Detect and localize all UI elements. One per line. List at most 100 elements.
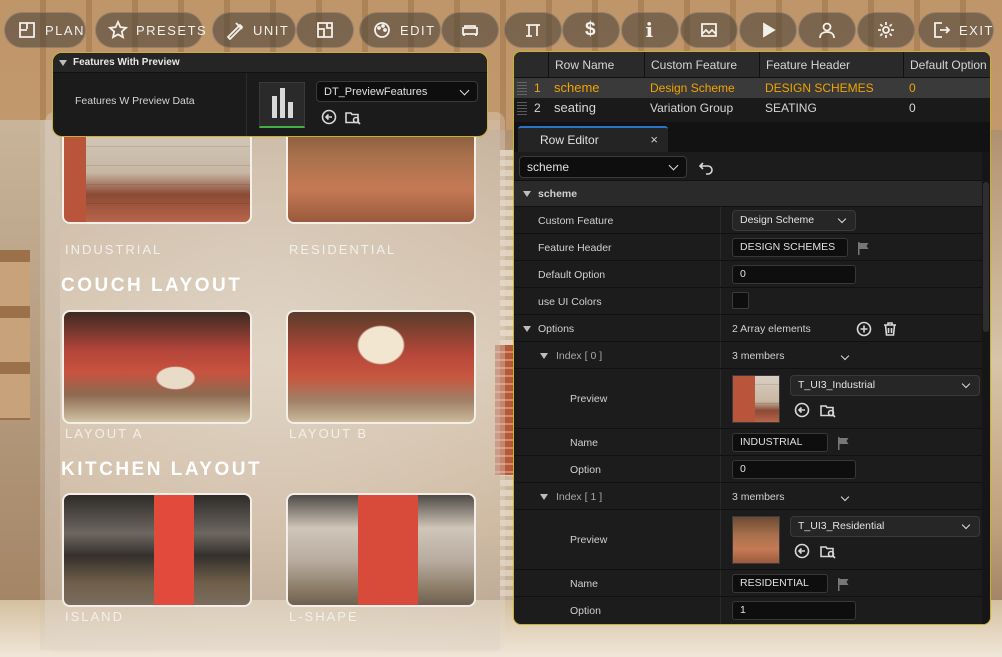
- table-row[interactable]: 2 seating Variation Group SEATING 0: [514, 98, 990, 118]
- settings-button[interactable]: [857, 12, 915, 48]
- custom-feature-dropdown[interactable]: Design Scheme: [732, 210, 856, 231]
- feature-header-field[interactable]: DESIGN SCHEMES: [732, 238, 848, 257]
- features-panel-header[interactable]: Features With Preview: [53, 53, 487, 73]
- column-header-default-option[interactable]: Default Option: [903, 52, 990, 78]
- sofa-icon: [460, 20, 480, 40]
- card-layout-a[interactable]: [62, 310, 252, 424]
- exit-button[interactable]: EXIT: [918, 12, 994, 48]
- default-option-field[interactable]: 0: [732, 265, 856, 284]
- palette-icon: [372, 20, 392, 40]
- section-header-scheme[interactable]: scheme: [514, 180, 990, 206]
- features-data-label: Features W Preview Data: [75, 95, 195, 107]
- dollar-icon: $: [584, 19, 598, 40]
- editor-tab-bar: Row Editor ×: [514, 122, 990, 152]
- option-field-0[interactable]: 0: [732, 460, 856, 479]
- price-button[interactable]: $: [562, 12, 620, 48]
- tab-row-editor-label: Row Editor: [540, 133, 599, 147]
- use-selected-icon[interactable]: [794, 402, 810, 418]
- element-options-dropdown[interactable]: [832, 348, 854, 369]
- localize-flag-icon[interactable]: [837, 437, 849, 450]
- chevron-down-icon: [961, 520, 971, 530]
- localize-flag-icon[interactable]: [857, 242, 869, 255]
- row-select-dropdown[interactable]: scheme: [519, 156, 687, 178]
- presets-button[interactable]: PRESETS: [95, 12, 206, 48]
- browse-asset-icon[interactable]: [820, 543, 836, 559]
- collapse-arrow-icon[interactable]: [523, 326, 531, 332]
- floorplan-icon: [315, 20, 335, 40]
- browse-asset-icon[interactable]: [820, 402, 836, 418]
- couch-layout-title: COUCH LAYOUT: [61, 275, 243, 296]
- floorplan-button[interactable]: [296, 12, 354, 48]
- localize-flag-icon[interactable]: [837, 578, 849, 591]
- furniture-button[interactable]: [441, 12, 499, 48]
- name-field-1[interactable]: RESIDENTIAL: [732, 574, 828, 593]
- array-element-1-header[interactable]: Index [ 1 ] 3 members: [514, 482, 990, 509]
- row-drag-handle[interactable]: [517, 81, 527, 95]
- card-island[interactable]: [62, 493, 252, 607]
- info-icon: i: [645, 18, 655, 42]
- card-label-industrial: INDUSTRIAL: [65, 242, 163, 257]
- property-row-option-1: Option 1: [514, 596, 990, 623]
- option-field-1[interactable]: 1: [732, 601, 856, 620]
- collapse-arrow-icon[interactable]: [59, 59, 67, 66]
- element-options-dropdown[interactable]: [832, 489, 854, 510]
- edit-button[interactable]: EDIT: [359, 12, 441, 48]
- image-button[interactable]: [680, 12, 738, 48]
- dimension-button[interactable]: [504, 12, 562, 48]
- plan-label: PLAN: [45, 22, 85, 38]
- property-row-feature-header: Feature Header DESIGN SCHEMES: [514, 233, 990, 260]
- use-selected-icon[interactable]: [321, 109, 337, 125]
- card-l-shape[interactable]: [286, 493, 476, 607]
- trash-icon[interactable]: [882, 321, 898, 337]
- data-table-editor-panel: Row Name Custom Feature Feature Header D…: [513, 51, 991, 625]
- card-label-layout-a: LAYOUT A: [65, 426, 144, 441]
- unit-button[interactable]: UNIT: [212, 12, 296, 48]
- tab-row-editor[interactable]: Row Editor ×: [518, 126, 668, 152]
- column-header-feature-header[interactable]: Feature Header: [759, 52, 903, 78]
- preview-thumbnail-industrial[interactable]: [732, 375, 780, 423]
- close-icon[interactable]: ×: [650, 128, 658, 152]
- add-element-icon[interactable]: [856, 321, 872, 337]
- user-button[interactable]: [798, 12, 856, 48]
- name-field-0[interactable]: INDUSTRIAL: [732, 433, 828, 452]
- property-row-custom-feature: Custom Feature Design Scheme: [514, 206, 990, 233]
- l-shape-thumbnail: [288, 495, 474, 605]
- kitchen-layout-title: KITCHEN LAYOUT: [61, 459, 263, 480]
- property-row-use-ui-colors: use UI Colors: [514, 287, 990, 314]
- column-header-custom-feature[interactable]: Custom Feature: [644, 52, 759, 78]
- browse-asset-icon[interactable]: [345, 109, 361, 125]
- column-header-row-name[interactable]: Row Name: [548, 52, 644, 78]
- property-row-options[interactable]: Options 2 Array elements: [514, 314, 990, 341]
- array-element-0-header[interactable]: Index [ 0 ] 3 members: [514, 341, 990, 368]
- plan-icon: [17, 20, 37, 40]
- preview-thumbnail-residential[interactable]: [732, 516, 780, 564]
- table-header: Row Name Custom Feature Feature Header D…: [514, 52, 990, 78]
- collapse-arrow-icon[interactable]: [523, 191, 531, 197]
- preview-asset-dropdown-1[interactable]: T_UI3_Residential: [790, 516, 980, 537]
- plan-button[interactable]: PLAN: [4, 12, 86, 48]
- gear-icon: [876, 20, 896, 40]
- features-panel-title: Features With Preview: [73, 57, 180, 68]
- use-selected-icon[interactable]: [794, 543, 810, 559]
- card-label-residential: RESIDENTIAL: [289, 242, 397, 257]
- collapse-arrow-icon[interactable]: [540, 494, 548, 500]
- data-table-dropdown[interactable]: DT_PreviewFeatures: [316, 81, 478, 102]
- dimension-icon: [523, 20, 543, 40]
- card-label-layout-b: LAYOUT B: [289, 426, 369, 441]
- layout-b-thumbnail: [288, 312, 474, 422]
- preview-asset-dropdown-0[interactable]: T_UI3_Industrial: [790, 375, 980, 396]
- chevron-down-icon: [668, 160, 679, 171]
- use-ui-colors-checkbox[interactable]: [732, 292, 749, 309]
- info-button[interactable]: i: [621, 12, 679, 48]
- data-table-icon[interactable]: [259, 82, 305, 128]
- play-button[interactable]: [739, 12, 797, 48]
- undo-icon[interactable]: [698, 159, 714, 175]
- card-layout-b[interactable]: [286, 310, 476, 424]
- property-row-preview-1: Preview T_UI3_Residential: [514, 509, 990, 569]
- card-label-l-shape: L-SHAPE: [289, 609, 359, 624]
- editor-scrollbar[interactable]: [982, 152, 990, 624]
- collapse-arrow-icon[interactable]: [540, 353, 548, 359]
- row-drag-handle[interactable]: [517, 101, 527, 115]
- star-icon: [108, 20, 128, 40]
- table-row[interactable]: 1 scheme Design Scheme DESIGN SCHEMES 0: [514, 78, 990, 98]
